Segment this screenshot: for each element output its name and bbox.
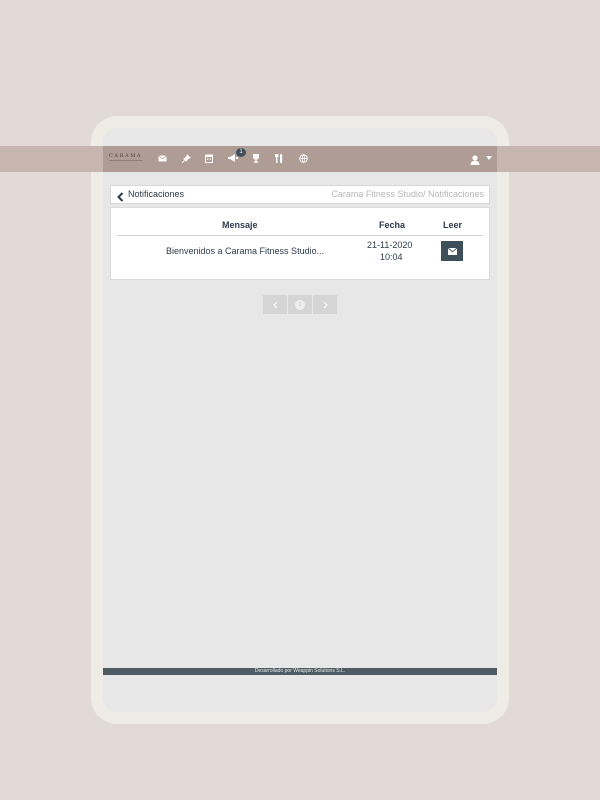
notification-count-badge: 1 <box>236 148 246 157</box>
pager-prev-button[interactable] <box>263 295 287 314</box>
pager-next-button[interactable] <box>313 295 337 314</box>
table-header-divider <box>117 235 483 236</box>
user-menu-caret-icon[interactable] <box>486 156 492 160</box>
row-time: 10:04 <box>380 252 403 262</box>
column-header-date: Fecha <box>379 220 406 230</box>
row-message[interactable]: Bienvenidos a Carama Fitness Studio... <box>166 246 324 256</box>
read-message-button[interactable] <box>441 241 463 261</box>
column-header-read: Leer <box>443 220 463 230</box>
brand-logo[interactable]: CARAMA <box>109 153 142 159</box>
brand-tagline-line <box>109 160 143 161</box>
pagination: 1 <box>263 295 337 314</box>
user-icon[interactable] <box>470 152 482 165</box>
trophy-icon[interactable] <box>249 152 263 164</box>
envelope-icon <box>447 247 457 255</box>
chevron-right-icon <box>323 301 328 308</box>
back-chevron-icon[interactable] <box>117 189 125 202</box>
chevron-left-icon <box>272 301 277 308</box>
calendar-icon[interactable] <box>202 152 216 164</box>
globe-icon[interactable] <box>296 152 310 164</box>
row-date: 21-11-2020 <box>367 240 413 250</box>
food-icon[interactable] <box>272 152 286 164</box>
footer: Desarrollado por Weappin Solutions S.L. <box>103 668 497 675</box>
pin-icon[interactable] <box>179 152 193 164</box>
page-title[interactable]: Notificaciones <box>128 189 184 199</box>
pager-current-label: 1 <box>295 299 305 310</box>
notifications-panel <box>110 207 490 280</box>
column-header-message: Mensaje <box>222 220 258 230</box>
pager-page-1[interactable]: 1 <box>288 295 312 314</box>
breadcrumb-path: Carama Fitness Studio/ Notificaciones <box>331 189 484 199</box>
mail-icon[interactable] <box>155 152 169 164</box>
